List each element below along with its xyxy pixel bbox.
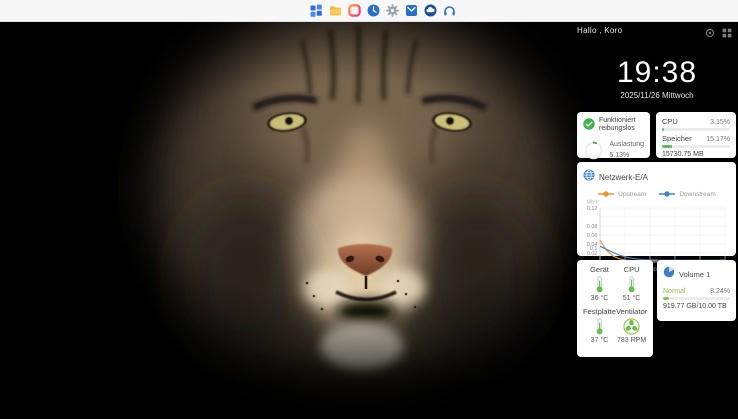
folder-icon[interactable] xyxy=(329,4,343,18)
legend-marker-icon xyxy=(597,190,615,198)
pie-chart-icon xyxy=(663,265,675,283)
cpu-memory-widget[interactable]: CPU 3.15% Speicher 15.17% 15730.75 MB xyxy=(656,112,736,158)
fan-icon xyxy=(623,318,640,335)
cpu-bar xyxy=(662,128,730,131)
desktop: Hallo , Koro 19:38 2025/11/26 Mittwoch xyxy=(0,22,738,419)
network-title: Netzwerk-E/A xyxy=(599,173,648,182)
health-status: Funktioniert reibungslos xyxy=(599,117,636,133)
tiles-icon[interactable] xyxy=(310,4,324,18)
volume-status: Normal xyxy=(663,288,686,295)
clock-widget: 19:38 2025/11/26 Mittwoch xyxy=(577,58,737,100)
health-widget[interactable]: Funktioniert reibungslos Auslastung 5.13… xyxy=(577,112,650,158)
svg-text:0.06: 0.06 xyxy=(587,233,598,239)
svg-text:0.12: 0.12 xyxy=(587,206,598,212)
check-icon xyxy=(583,117,595,135)
app-center-icon[interactable] xyxy=(348,4,362,18)
chart-legend: Upstream Downstream xyxy=(583,190,730,198)
volume-widget[interactable]: Volume 1 Normal 8.24% 919.77 GB/10.00 TB xyxy=(657,260,736,321)
cpu-value: 3.15% xyxy=(710,119,730,126)
load-gauge xyxy=(583,137,604,164)
legend-label: Downstream xyxy=(679,191,715,198)
show-desktop-icon[interactable] xyxy=(722,25,732,35)
clock-date: 2025/11/26 Mittwoch xyxy=(577,91,737,100)
volume-bar xyxy=(663,297,730,300)
temp-cell-disk: Festplatte 37 °C xyxy=(583,307,616,344)
desktop-tools xyxy=(705,25,732,35)
load-label: Auslastung xyxy=(609,141,644,148)
svg-text:Mb/s: Mb/s xyxy=(587,200,598,206)
load-text: Auslastung 5.13% xyxy=(609,140,644,161)
temp-cell-device: Gerät 36 °C xyxy=(583,265,616,302)
headset-icon[interactable] xyxy=(443,4,457,18)
temp-cell-fan: Ventilator 783 RPM xyxy=(616,307,647,344)
volume-detail: 919.77 GB/10.00 TB xyxy=(663,303,730,310)
cloud-icon[interactable] xyxy=(424,4,438,18)
globe-icon xyxy=(583,168,595,186)
network-widget[interactable]: Netzwerk-E/A UpstreamDownstream 19:3819:… xyxy=(577,162,736,256)
legend-downstream[interactable]: Downstream xyxy=(658,190,715,198)
volume-title: Volume 1 xyxy=(679,270,710,279)
temp-cell-cpu: CPU 51 °C xyxy=(616,265,647,302)
clock-icon[interactable] xyxy=(367,4,381,18)
thermometer-icon xyxy=(594,318,605,335)
gear-icon[interactable] xyxy=(386,4,400,18)
preferences-icon[interactable] xyxy=(705,25,715,35)
memory-label: Speicher xyxy=(662,134,692,143)
clock-time: 19:38 xyxy=(577,58,737,88)
greeting-text: Hallo , Koro xyxy=(577,26,622,35)
legend-upstream[interactable]: Upstream xyxy=(597,190,646,198)
memory-bar xyxy=(662,145,730,148)
memory-detail: 15730.75 MB xyxy=(662,151,730,158)
thermometer-icon xyxy=(594,276,605,293)
svg-text:0.02: 0.02 xyxy=(587,251,598,257)
cpu-label: CPU xyxy=(662,117,678,126)
legend-label: Upstream xyxy=(618,191,646,198)
legend-marker-icon xyxy=(658,190,676,198)
thermometer-icon xyxy=(626,276,637,293)
load-value: 5.13% xyxy=(609,152,629,159)
memory-value: 15.17% xyxy=(706,136,730,143)
temperature-widget[interactable]: Gerät 36 °C CPU 51 °C Festplatte xyxy=(577,260,653,357)
mail-icon[interactable] xyxy=(405,4,419,18)
svg-text:0.08: 0.08 xyxy=(587,224,598,230)
volume-percent: 8.24% xyxy=(710,288,730,295)
topbar xyxy=(0,0,738,22)
